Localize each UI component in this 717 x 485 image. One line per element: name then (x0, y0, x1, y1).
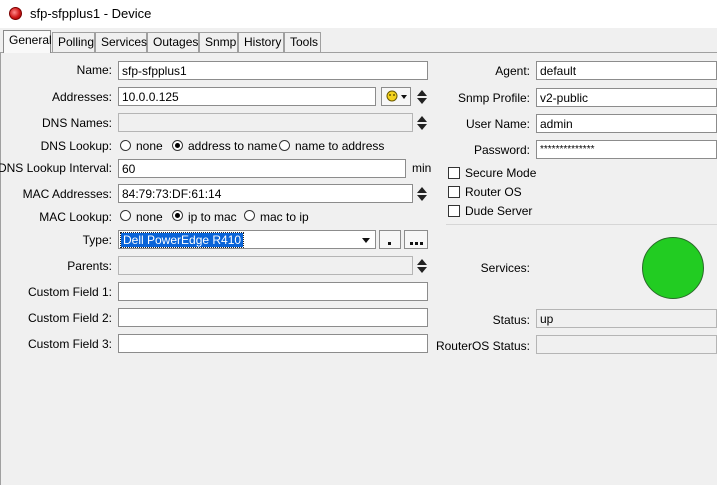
tab-polling[interactable]: Polling (52, 32, 95, 52)
dude-server-text: Dude Server (465, 204, 533, 218)
dns-lookup-none-text: none (136, 139, 163, 153)
tab-snmp[interactable]: Snmp (199, 32, 238, 52)
type-dropdown[interactable]: Dell PowerEdge R410 (118, 230, 376, 249)
mac-addresses-updown[interactable] (416, 185, 428, 203)
custom-field-2-label: Custom Field 2: (27, 311, 112, 325)
mac-lookup-mac-to-ip-radio[interactable] (244, 210, 255, 221)
type-label: Type: (82, 233, 112, 247)
window-title: sfp-sfpplus1 - Device (30, 6, 152, 21)
agent-field[interactable]: default (536, 61, 717, 80)
mac-addresses-label: MAC Addresses: (22, 187, 112, 201)
routeros-status-field (536, 335, 717, 354)
dns-names-label: DNS Names: (41, 116, 112, 130)
parents-label: Parents: (67, 259, 112, 273)
mac-lookup-label: MAC Lookup: (39, 210, 112, 224)
tab-services[interactable]: Services (95, 32, 147, 52)
mac-lookup-none-text: none (136, 210, 163, 224)
dns-lookup-name-to-address-text: name to address (295, 139, 385, 153)
custom-field-3-input[interactable] (118, 334, 428, 353)
parents-field (118, 256, 413, 275)
password-label: Password: (473, 143, 530, 157)
status-label: Status: (492, 313, 530, 327)
app-icon (9, 7, 22, 20)
dns-lookup-address-to-name-radio[interactable] (172, 140, 183, 151)
dns-lookup-interval-unit: min (412, 161, 432, 175)
tab-general[interactable]: General (3, 30, 52, 53)
dude-server-checkbox[interactable] (448, 205, 460, 217)
mac-lookup-ip-to-mac-text: ip to mac (188, 210, 237, 224)
mac-lookup-ip-to-mac-radio[interactable] (172, 210, 183, 221)
user-name-label: User Name: (465, 117, 530, 131)
custom-field-1-label: Custom Field 1: (27, 285, 112, 299)
secure-mode-checkbox[interactable] (448, 167, 460, 179)
dns-names-field (118, 113, 413, 132)
snmp-profile-field[interactable]: v2-public (536, 88, 717, 107)
dns-lookup-interval-field[interactable]: 60 (118, 159, 406, 178)
name-field[interactable]: sfp-sfpplus1 (118, 61, 428, 80)
tab-tools[interactable]: Tools (284, 32, 321, 52)
address-picker-button[interactable] (381, 87, 411, 106)
status-field: up (536, 309, 717, 328)
password-field[interactable]: ************** (536, 140, 717, 159)
router-os-text: Router OS (465, 185, 522, 199)
type-browse-button[interactable] (404, 230, 428, 249)
secure-mode-text: Secure Mode (465, 166, 537, 180)
dns-lookup-address-to-name-text: address to name (188, 139, 278, 153)
tab-outages[interactable]: Outages (147, 32, 199, 52)
dns-lookup-interval-label: DNS Lookup Interval: (0, 161, 112, 175)
services-divider (446, 224, 717, 225)
router-os-checkbox[interactable] (448, 186, 460, 198)
dns-names-updown[interactable] (416, 114, 428, 132)
dns-lookup-name-to-address-radio[interactable] (279, 140, 290, 151)
chevron-down-icon (362, 238, 370, 243)
type-edit-button[interactable] (379, 230, 401, 249)
mac-addresses-field[interactable]: 84:79:73:DF:61:14 (118, 184, 413, 203)
custom-field-2-input[interactable] (118, 308, 428, 327)
dns-lookup-label: DNS Lookup: (40, 139, 112, 153)
mac-lookup-none-radio[interactable] (120, 210, 131, 221)
user-name-field[interactable]: admin (536, 114, 717, 133)
services-status-indicator (642, 237, 704, 299)
custom-field-1-input[interactable] (118, 282, 428, 301)
mac-lookup-mac-to-ip-text: mac to ip (260, 210, 309, 224)
ellipsis-icon (410, 242, 413, 245)
tab-history[interactable]: History (238, 32, 284, 52)
parents-updown[interactable] (416, 257, 428, 275)
address-book-icon (386, 90, 407, 102)
dot-icon (388, 242, 391, 245)
addresses-updown[interactable] (416, 88, 428, 106)
addresses-label: Addresses: (51, 90, 112, 104)
name-label: Name: (76, 63, 112, 77)
addresses-field[interactable]: 10.0.0.125 (118, 87, 376, 106)
routeros-status-label: RouterOS Status: (435, 339, 530, 353)
agent-label: Agent: (495, 64, 530, 78)
custom-field-3-label: Custom Field 3: (27, 337, 112, 351)
snmp-profile-label: Snmp Profile: (457, 91, 530, 105)
dns-lookup-none-radio[interactable] (120, 140, 131, 151)
services-label: Services: (480, 261, 530, 275)
type-selected-value: Dell PowerEdge R410 (119, 232, 245, 248)
